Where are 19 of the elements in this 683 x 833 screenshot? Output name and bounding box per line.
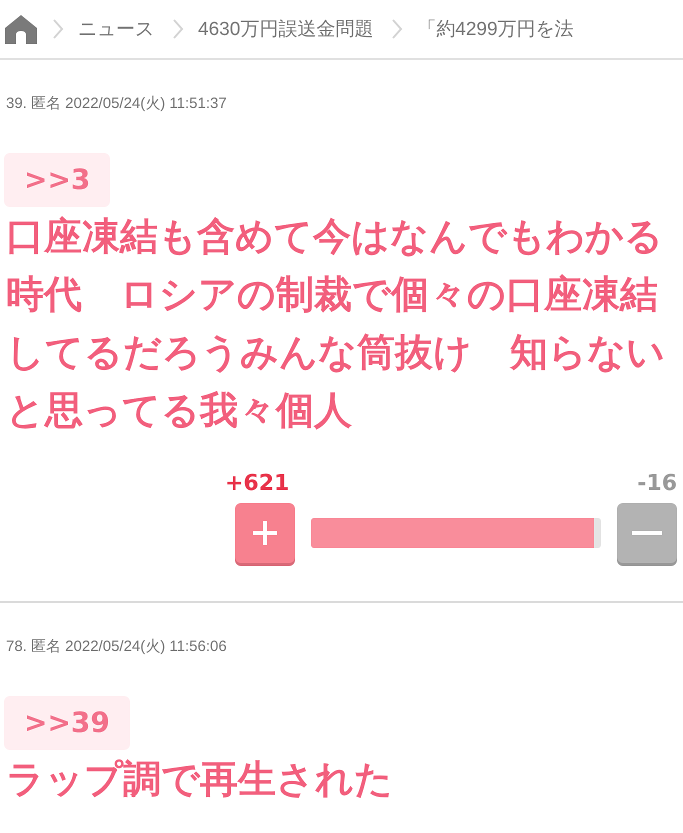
breadcrumb-link[interactable]: 4630万円誤送金問題 [198, 16, 374, 42]
reply-anchor[interactable]: >>3 [4, 153, 110, 207]
minus-button[interactable] [617, 503, 677, 563]
breadcrumb-link[interactable]: 「約4299万円を法 [417, 16, 574, 42]
minus-count: -16 [637, 471, 677, 497]
chevron-icon [172, 18, 184, 40]
chevron-icon [391, 18, 404, 40]
plus-count: +621 [225, 471, 290, 497]
post-body: 口座凍結も含めて今はなんでもわかる時代 ロシアの制裁で個々の口座凍結してるだろうみんな筒抜け 知らないと思ってる我々個人 [5, 213, 666, 434]
breadcrumb-link[interactable]: ニュース [78, 16, 154, 42]
minus-icon [632, 530, 662, 536]
chevron-icon [52, 18, 64, 40]
plus-icon [251, 519, 279, 547]
plus-button[interactable] [235, 503, 295, 563]
post-meta: 39. 匿名 2022/05/24(火) 11:51:37 [5, 94, 228, 113]
post-meta: 78. 匿名 2022/05/24(火) 11:56:06 [5, 637, 228, 656]
home-icon[interactable] [4, 14, 38, 44]
post-body: ラップ調で再生された [5, 756, 394, 803]
reply-anchor[interactable]: >>39 [4, 696, 130, 750]
